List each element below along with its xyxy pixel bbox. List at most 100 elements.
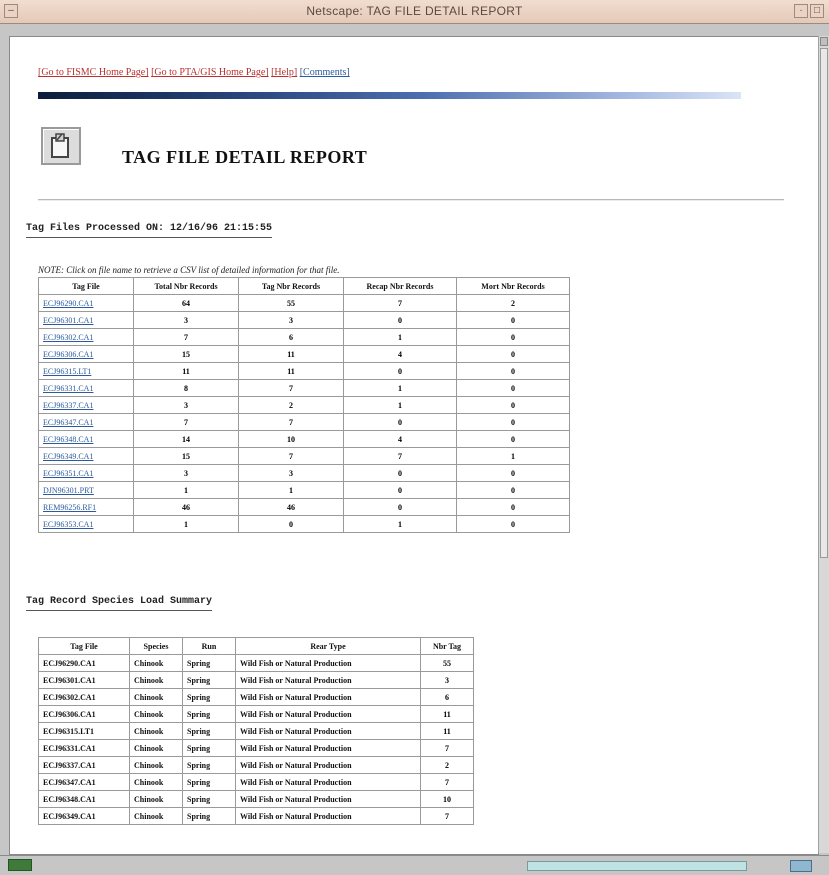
link-ptagis-home[interactable]: [Go to PTA/GIS Home Page] (151, 67, 269, 78)
tag-file-link[interactable]: ECJ96348.CA1 (43, 435, 93, 444)
tag-file-link[interactable]: ECJ96306.CA1 (43, 350, 93, 359)
table-cell: 55 (420, 654, 474, 672)
table-row: ECJ96337.CA1 3 2 1 0 (38, 396, 570, 414)
decorative-gradient-bar (38, 92, 741, 99)
document-clipboard-icon (41, 127, 81, 165)
status-bar (0, 855, 829, 875)
tag-file-link[interactable]: DJN96301.PRT (43, 486, 94, 495)
link-fismc-home[interactable]: [Go to FISMC Home Page] (38, 67, 149, 78)
vertical-scrollbar[interactable] (818, 36, 829, 853)
table-cell: 7 (238, 413, 344, 431)
table-cell: Wild Fish or Natural Production (235, 688, 421, 706)
table-cell: Wild Fish or Natural Production (235, 773, 421, 791)
tag-file-link[interactable]: REM96256.RF1 (43, 503, 96, 512)
table-cell: 4 (343, 345, 457, 363)
tag-file-link[interactable]: ECJ96302.CA1 (43, 333, 93, 342)
table-cell: 0 (343, 311, 457, 329)
minimize-button[interactable]: · (794, 4, 808, 18)
scrollbar-thumb[interactable] (820, 48, 828, 558)
scroll-up-arrow-icon[interactable] (820, 37, 828, 46)
table-cell: Spring (182, 654, 236, 672)
tag-file-cell: ECJ96351.CA1 (38, 464, 134, 482)
table-cell: 7 (343, 294, 457, 312)
tag-file-link[interactable]: ECJ96347.CA1 (43, 418, 93, 427)
tag-file-link[interactable]: ECJ96331.CA1 (43, 384, 93, 393)
table-header-row: Tag File Total Nbr Records Tag Nbr Records… (38, 277, 570, 295)
tag-file-link[interactable]: ECJ96349.CA1 (43, 452, 93, 461)
divider (38, 199, 784, 201)
table-row: ECJ96301.CA1 Chinook Spring Wild Fish or Na… (38, 671, 474, 689)
window-title: Netscape: TAG FILE DETAIL REPORT (306, 4, 523, 18)
table-cell: 0 (456, 328, 570, 346)
table-cell: 0 (343, 498, 457, 516)
table-row: ECJ96351.CA1 3 3 0 0 (38, 464, 570, 482)
tag-file-link[interactable]: ECJ96337.CA1 (43, 401, 93, 410)
species-summary-table: Tag File Species Run Rear Type Nbr Tag ECJ96… (38, 637, 474, 825)
table-cell: 3 (238, 464, 344, 482)
tag-file-cell: ECJ96290.CA1 (38, 294, 134, 312)
link-help[interactable]: [Help] (271, 67, 297, 78)
tag-file-link[interactable]: ECJ96315.LT1 (43, 367, 91, 376)
maximize-button[interactable]: □ (810, 4, 824, 18)
table-row: ECJ96349.CA1 15 7 7 1 (38, 447, 570, 465)
column-header: Tag Nbr Records (238, 277, 344, 295)
table-cell: 3 (238, 311, 344, 329)
link-comments[interactable]: [Comments] (300, 67, 350, 78)
table-cell: Chinook (129, 756, 183, 774)
table-cell: 3 (420, 671, 474, 689)
table-cell: 1 (238, 481, 344, 499)
table-row: ECJ96331.CA1 Chinook Spring Wild Fish or Na… (38, 739, 474, 757)
table-cell: 2 (456, 294, 570, 312)
tag-file-cell: ECJ96315.LT1 (38, 362, 134, 380)
tag-file-cell: ECJ96337.CA1 (38, 396, 134, 414)
table-cell: 7 (420, 739, 474, 757)
title-bar[interactable]: – Netscape: TAG FILE DETAIL REPORT · □ (0, 0, 829, 24)
table-cell: 0 (456, 515, 570, 533)
column-header: Total Nbr Records (133, 277, 239, 295)
csv-note: NOTE: Click on file name to retrieve a C… (38, 265, 340, 275)
table-cell: Wild Fish or Natural Production (235, 722, 421, 740)
column-header: Recap Nbr Records (343, 277, 457, 295)
table-cell: Wild Fish or Natural Production (235, 756, 421, 774)
tag-file-cell: REM96256.RF1 (38, 498, 134, 516)
tag-files-table: Tag File Total Nbr Records Tag Nbr Records… (38, 277, 570, 533)
column-header: Tag File (38, 637, 130, 655)
table-cell: 0 (456, 498, 570, 516)
table-cell: 46 (238, 498, 344, 516)
page-viewport[interactable]: [Go to FISMC Home Page] [Go to PTA/GIS H… (9, 36, 819, 855)
table-cell: Chinook (129, 807, 183, 825)
tag-file-link[interactable]: ECJ96290.CA1 (43, 299, 93, 308)
tag-file-link[interactable]: ECJ96301.CA1 (43, 316, 93, 325)
table-cell: 10 (238, 430, 344, 448)
table-cell: 7 (238, 447, 344, 465)
table-cell: Wild Fish or Natural Production (235, 705, 421, 723)
table-row: ECJ96306.CA1 15 11 4 0 (38, 345, 570, 363)
tag-file-cell: ECJ96353.CA1 (38, 515, 134, 533)
mail-icon[interactable] (790, 860, 812, 872)
table-cell: 3 (133, 464, 239, 482)
progress-bar (527, 861, 747, 871)
table-cell: Spring (182, 671, 236, 689)
table-cell: 11 (238, 362, 344, 380)
table-cell: 7 (238, 379, 344, 397)
table-cell: 0 (343, 362, 457, 380)
table-header-row: Tag File Species Run Rear Type Nbr Tag (38, 637, 474, 655)
table-cell: 0 (456, 413, 570, 431)
table-cell: 7 (420, 773, 474, 791)
table-cell: 14 (133, 430, 239, 448)
table-cell: ECJ96348.CA1 (38, 790, 130, 808)
tag-file-link[interactable]: ECJ96353.CA1 (43, 520, 93, 529)
table-cell: 0 (456, 464, 570, 482)
table-cell: Wild Fish or Natural Production (235, 790, 421, 808)
table-cell: 1 (343, 379, 457, 397)
table-row: ECJ96315.LT1 Chinook Spring Wild Fish or Na… (38, 722, 474, 740)
table-row: ECJ96315.LT1 11 11 0 0 (38, 362, 570, 380)
table-row: ECJ96347.CA1 7 7 0 0 (38, 413, 570, 431)
netscape-status-icon[interactable] (8, 859, 32, 871)
table-cell: 15 (133, 447, 239, 465)
table-cell: 0 (456, 311, 570, 329)
processed-date-title: Tag Files Processed ON: 12/16/96 21:15:5… (26, 223, 273, 238)
tag-file-link[interactable]: ECJ96351.CA1 (43, 469, 93, 478)
table-row: ECJ96302.CA1 Chinook Spring Wild Fish or Na… (38, 688, 474, 706)
table-cell: ECJ96301.CA1 (38, 671, 130, 689)
